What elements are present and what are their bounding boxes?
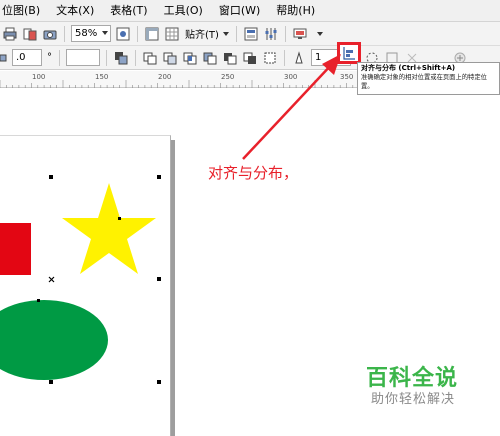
tooltip: 对齐与分布 (Ctrl+Shift+A) 准确确定对象的相对位置或在页面上的特定… bbox=[357, 62, 500, 95]
snap-label: 贴齐(T) bbox=[185, 30, 219, 41]
options-icon[interactable] bbox=[263, 26, 279, 42]
zoom-fit-icon[interactable] bbox=[115, 26, 131, 42]
toolbar-separator bbox=[235, 25, 237, 42]
toolbar-separator bbox=[284, 25, 286, 42]
scale-field[interactable] bbox=[66, 49, 100, 66]
zoom-value: 58% bbox=[75, 28, 98, 39]
toolbar-separator bbox=[284, 49, 285, 66]
snap-to-dropdown[interactable]: 贴齐(T) bbox=[185, 26, 229, 41]
degree-symbol: ° bbox=[47, 52, 52, 63]
watermark-subtitle: 助你轻松解决 bbox=[371, 392, 456, 407]
weld-icon[interactable] bbox=[142, 50, 158, 66]
zoom-select[interactable]: 58% bbox=[71, 25, 111, 42]
ruler-label: 100 bbox=[32, 73, 46, 81]
menu-tools[interactable]: 工具(O) bbox=[156, 0, 211, 22]
chevron-down-icon bbox=[222, 31, 229, 36]
create-boundary-icon[interactable] bbox=[262, 50, 278, 66]
simplify-icon[interactable] bbox=[202, 50, 218, 66]
show-rulers-icon[interactable] bbox=[144, 26, 160, 42]
toolbar-separator bbox=[59, 49, 60, 66]
page-shadow bbox=[171, 140, 175, 436]
drawing-page[interactable] bbox=[0, 135, 171, 436]
copy-icon[interactable] bbox=[42, 26, 58, 42]
front-minus-back-icon[interactable] bbox=[222, 50, 238, 66]
menu-bitmap[interactable]: 位图(B) bbox=[0, 0, 48, 22]
group-icon[interactable] bbox=[113, 50, 129, 66]
align-distribute-icon bbox=[343, 47, 355, 60]
pen-outline-icon[interactable] bbox=[291, 50, 307, 66]
application-launcher-icon[interactable] bbox=[292, 26, 308, 42]
menu-table[interactable]: 表格(T) bbox=[102, 0, 155, 22]
chevron-down-icon bbox=[102, 31, 108, 35]
tooltip-title: 对齐与分布 (Ctrl+Shift+A) bbox=[361, 64, 456, 72]
intersect-icon[interactable] bbox=[182, 50, 198, 66]
ruler-label: 150 bbox=[95, 73, 109, 81]
trim-icon[interactable] bbox=[162, 50, 178, 66]
back-minus-front-icon[interactable] bbox=[242, 50, 258, 66]
value-field-text: .0 bbox=[16, 52, 26, 63]
outline-width-value: 1 bbox=[315, 52, 322, 63]
cut-icon[interactable] bbox=[22, 26, 38, 42]
flip-icon[interactable] bbox=[0, 50, 8, 66]
ruler-label: 200 bbox=[158, 73, 172, 81]
menu-bar: 位图(B) 文本(X) 表格(T) 工具(O) 窗口(W) 帮助(H) bbox=[0, 0, 500, 22]
show-grid-icon[interactable] bbox=[164, 26, 180, 42]
tooltip-description: 准确确定对象的相对位置或在页面上的特定位置。 bbox=[361, 74, 487, 90]
toolbar-separator bbox=[135, 49, 136, 66]
menu-text[interactable]: 文本(X) bbox=[48, 0, 102, 22]
toolbar-separator bbox=[64, 25, 65, 42]
ruler-label: 250 bbox=[221, 73, 235, 81]
ruler-label: 350 bbox=[340, 73, 354, 81]
launcher-dropdown[interactable] bbox=[313, 31, 323, 36]
chevron-down-icon bbox=[316, 31, 323, 36]
menu-help[interactable]: 帮助(H) bbox=[268, 0, 323, 22]
print-icon[interactable] bbox=[2, 26, 18, 42]
toolbar-separator bbox=[137, 25, 138, 42]
standard-toolbar: 58% 贴齐(T) bbox=[0, 22, 500, 46]
ruler-label: 300 bbox=[284, 73, 298, 81]
toolbar-separator bbox=[106, 49, 107, 66]
align-distribute-button[interactable] bbox=[337, 42, 361, 64]
value-field[interactable]: .0 bbox=[12, 49, 42, 66]
annotation-text: 对齐与分布， bbox=[208, 164, 299, 182]
welcome-screen-icon[interactable] bbox=[243, 26, 259, 42]
menu-window[interactable]: 窗口(W) bbox=[211, 0, 268, 22]
